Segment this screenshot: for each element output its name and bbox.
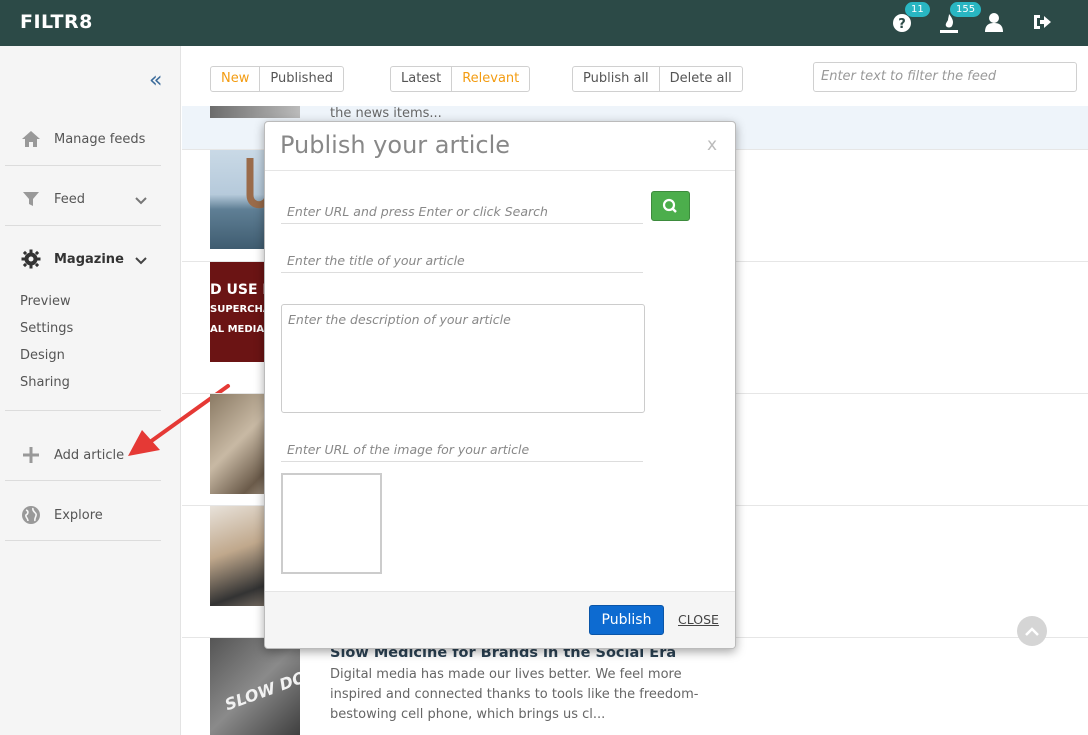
- sidebar-item-label: Manage feeds: [54, 131, 146, 147]
- filter-icon: [20, 188, 42, 210]
- filter-feed-input[interactable]: Enter text to filter the feed: [813, 62, 1077, 92]
- chevron-up-icon: [1025, 627, 1039, 636]
- gear-icon: [20, 248, 42, 270]
- scroll-to-top-button[interactable]: [1017, 616, 1047, 646]
- bulk-actions-group: Publish all Delete all: [572, 66, 743, 92]
- image-preview: [281, 473, 382, 574]
- sidebar-divider: [5, 480, 161, 481]
- modal-footer: Publish CLOSE: [265, 591, 735, 648]
- sort-relevant[interactable]: Relevant: [452, 67, 529, 91]
- top-navbar: FILTR8 ? 11 155: [0, 0, 1088, 46]
- chevron-down-icon[interactable]: [135, 194, 147, 208]
- chevron-down-icon[interactable]: [135, 254, 147, 268]
- sidebar-item-feed[interactable]: Feed: [20, 188, 85, 210]
- svg-text:?: ?: [898, 17, 906, 32]
- publish-all-button[interactable]: Publish all: [573, 67, 660, 91]
- modal-close-x[interactable]: x: [707, 135, 717, 155]
- globe-icon: [20, 504, 42, 526]
- sidebar-item-label: Explore: [54, 507, 103, 523]
- sort-latest[interactable]: Latest: [391, 67, 453, 91]
- notifications-badge: 155: [950, 2, 982, 17]
- publish-article-modal: Publish your article x Enter URL and pre…: [264, 121, 736, 649]
- sidebar-item-magazine[interactable]: Magazine: [20, 248, 124, 270]
- tab-published[interactable]: Published: [260, 67, 343, 91]
- article-image-url-input[interactable]: Enter URL of the image for your article: [281, 438, 643, 462]
- status-toggle-group: New Published: [210, 66, 344, 92]
- thumbnail-text: SLOW DOWN: [222, 656, 300, 715]
- sort-toggle-group: Latest Relevant: [390, 66, 531, 92]
- sidebar-subitem-sharing[interactable]: Sharing: [20, 375, 70, 390]
- delete-all-button[interactable]: Delete all: [660, 67, 742, 91]
- sidebar-item-label: Add article: [54, 447, 125, 463]
- collapse-sidebar-icon[interactable]: «: [149, 68, 162, 93]
- user-icon[interactable]: [983, 11, 1007, 35]
- feed-item-description: Digital media has made our lives better.…: [330, 667, 699, 722]
- sidebar-subitem-design[interactable]: Design: [20, 348, 65, 363]
- sidebar-subitem-settings[interactable]: Settings: [20, 321, 73, 336]
- article-url-input[interactable]: Enter URL and press Enter or click Searc…: [281, 200, 643, 224]
- help-badge: 11: [905, 2, 930, 17]
- search-icon: [662, 198, 677, 213]
- sidebar-item-label: Magazine: [54, 251, 124, 267]
- article-description-textarea[interactable]: Enter the description of your article: [281, 304, 645, 413]
- sidebar-divider: [5, 540, 161, 541]
- modal-title: Publish your article: [280, 131, 511, 159]
- home-icon: [20, 128, 42, 150]
- app-logo[interactable]: FILTR8: [20, 11, 93, 33]
- close-link[interactable]: CLOSE: [678, 612, 719, 627]
- tab-new[interactable]: New: [211, 67, 261, 91]
- search-button[interactable]: [651, 191, 690, 221]
- sidebar-subitem-preview[interactable]: Preview: [20, 294, 71, 309]
- sidebar-divider: [5, 165, 161, 166]
- publish-button[interactable]: Publish: [589, 605, 664, 635]
- plus-icon: [20, 444, 42, 466]
- sidebar-item-explore[interactable]: Explore: [20, 504, 103, 526]
- feed-thumbnail[interactable]: [210, 106, 300, 118]
- article-title-input[interactable]: Enter the title of your article: [281, 249, 643, 273]
- sign-out-icon[interactable]: [1031, 11, 1055, 35]
- modal-divider: [265, 170, 735, 171]
- sidebar-item-label: Feed: [54, 191, 86, 207]
- sidebar-divider: [5, 225, 161, 226]
- sidebar-item-add-article[interactable]: Add article: [20, 444, 124, 466]
- feed-thumbnail[interactable]: SLOW DOWN: [210, 638, 300, 735]
- sidebar-item-manage-feeds[interactable]: Manage feeds: [20, 128, 145, 150]
- feed-item-snippet: the news items...: [330, 106, 442, 121]
